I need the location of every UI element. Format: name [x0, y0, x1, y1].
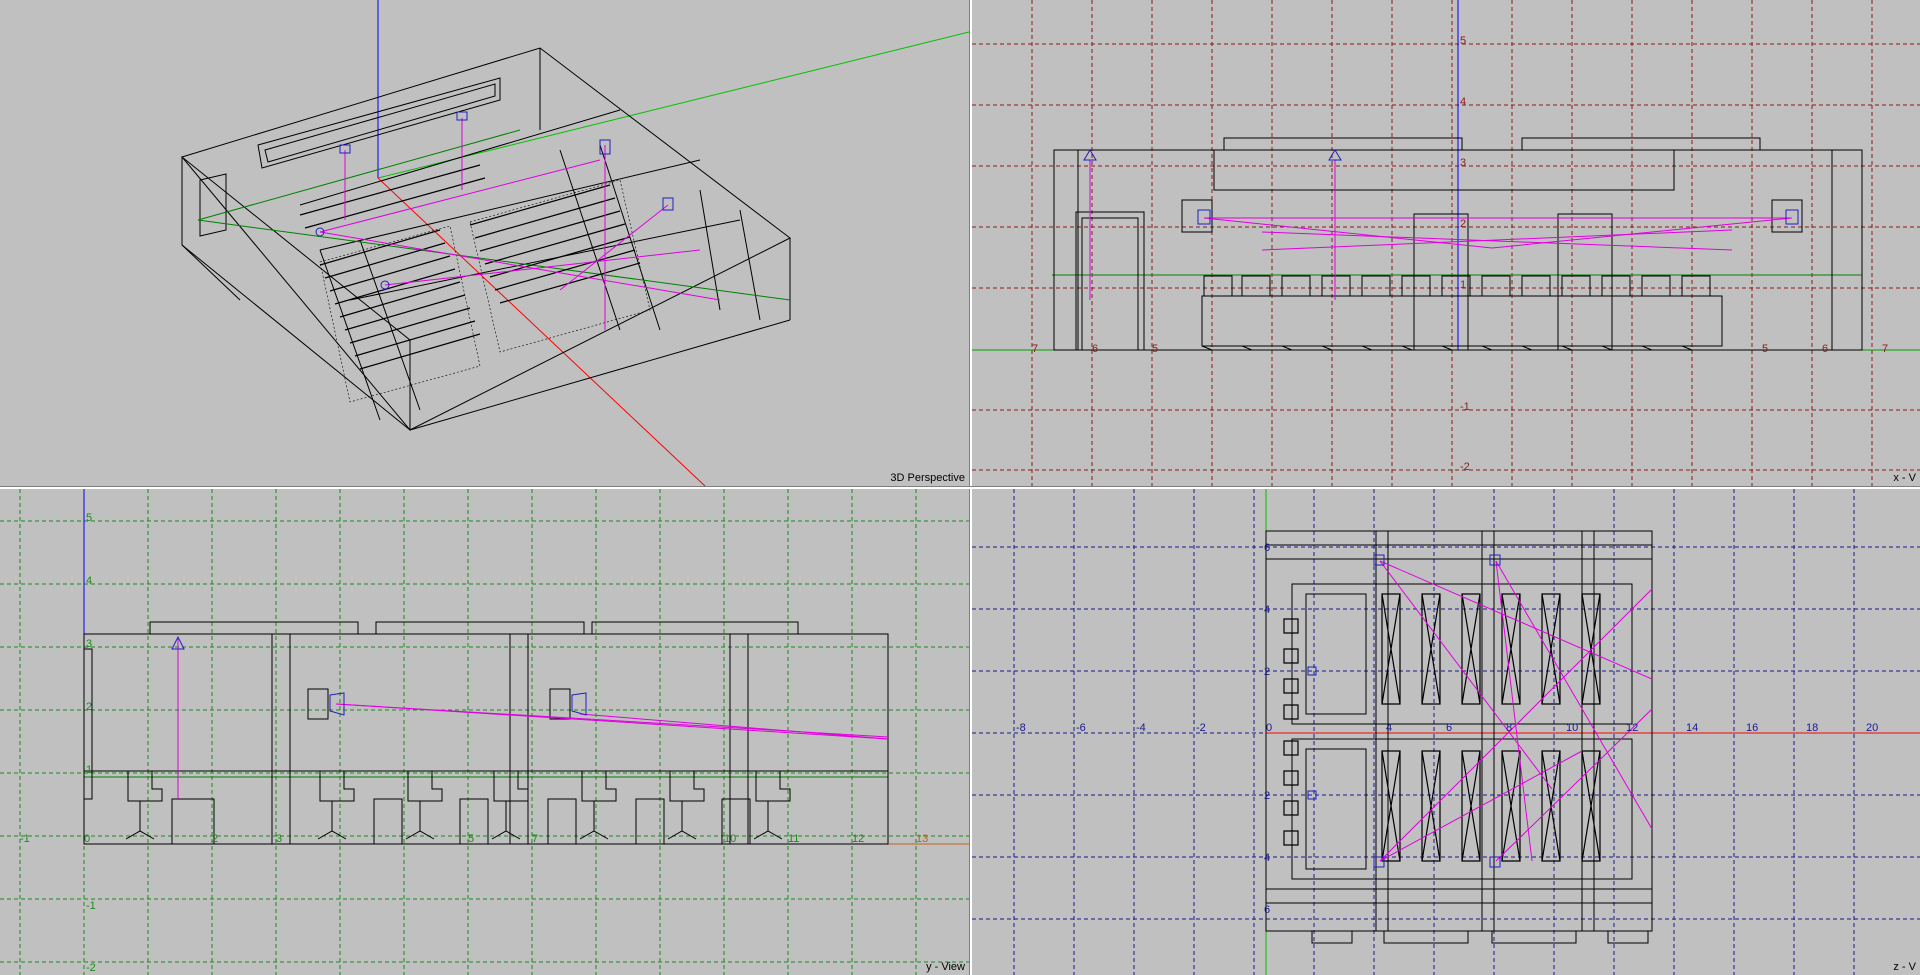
zview-tick-h-3: -2: [1196, 722, 1206, 734]
zview-tick-h-11: 16: [1746, 722, 1758, 734]
zview-tick-h-9: 12: [1626, 722, 1638, 734]
viewport-label-yview: y - View: [926, 961, 965, 973]
yview-tick-h-3: 3: [276, 833, 282, 845]
zview-tick-h-6: 6: [1446, 722, 1452, 734]
perspective-canvas[interactable]: [0, 0, 969, 486]
viewport-z-view[interactable]: -8 -6 -4 -2 0 4 6 8 10 12 14 16 18 20 6 …: [972, 489, 1920, 975]
zview-tick-h-0: -8: [1016, 722, 1026, 734]
yview-tick-v-4: 1: [86, 764, 92, 776]
viewport-label-perspective: 3D Perspective: [890, 472, 965, 484]
xview-tick-v-2: 3: [1460, 157, 1466, 169]
yview-tick-h-1: 0: [84, 833, 90, 845]
yview-tick-h-7: 11: [788, 833, 799, 845]
zview-tick-v-0: 6: [1264, 542, 1270, 554]
viewport-y-view[interactable]: -1 0 2 3 5 7 10 11 12 13 5 4 3 2 1 -1 -2…: [0, 489, 969, 975]
xview-canvas[interactable]: 7 6 5 5 6 7 5 4 3 2 1 -1 -2: [972, 0, 1920, 486]
yview-tick-v-2: 3: [86, 638, 92, 650]
viewport-splitter-horizontal[interactable]: [0, 486, 1920, 489]
zview-tick-h-5: 4: [1386, 722, 1392, 734]
xview-tick-h-0: 7: [1032, 343, 1038, 355]
yview-tick-h-4: 5: [468, 833, 474, 845]
zview-tick-h-13: 20: [1866, 722, 1878, 734]
xview-tick-v-1: 4: [1460, 96, 1466, 108]
zview-tick-h-8: 10: [1566, 722, 1578, 734]
zview-canvas[interactable]: -8 -6 -4 -2 0 4 6 8 10 12 14 16 18 20 6 …: [972, 489, 1920, 975]
yview-tick-v-5: -1: [86, 900, 96, 912]
zview-tick-v-3: 2: [1264, 790, 1270, 802]
zview-tick-h-2: -4: [1136, 722, 1146, 734]
zview-tick-v-5: 6: [1264, 904, 1270, 916]
zview-tick-h-1: -6: [1076, 722, 1086, 734]
yview-tick-v-1: 4: [86, 575, 92, 587]
xview-tick-h-2: 5: [1152, 343, 1158, 355]
xview-tick-v-0: 5: [1460, 35, 1466, 47]
viewport-label-xview: x - V: [1893, 472, 1916, 484]
yview-tick-h-8: 12: [852, 833, 864, 845]
zview-tick-h-4: 0: [1266, 722, 1272, 734]
zview-tick-h-10: 14: [1686, 722, 1698, 734]
yview-tick-h-0: -1: [20, 833, 30, 845]
zview-tick-v-1: 4: [1264, 604, 1270, 616]
yview-tick-v-3: 2: [86, 701, 92, 713]
viewport-x-view[interactable]: 7 6 5 5 6 7 5 4 3 2 1 -1 -2 x - V: [972, 0, 1920, 486]
zview-tick-h-12: 18: [1806, 722, 1818, 734]
zview-tick-v-2: 2: [1264, 666, 1270, 678]
viewport-3d-perspective[interactable]: 3D Perspective: [0, 0, 969, 486]
yview-tick-h-6: 10: [724, 833, 736, 845]
yview-tick-h-9: 13: [916, 833, 928, 845]
xview-tick-h-5: 7: [1882, 343, 1888, 355]
zview-tick-v-4: 4: [1264, 852, 1270, 864]
zview-tick-h-7: 8: [1506, 722, 1512, 734]
xview-tick-h-1: 6: [1092, 343, 1098, 355]
yview-tick-v-6: -2: [86, 962, 96, 974]
xview-tick-v-3: 2: [1460, 218, 1466, 230]
xview-tick-v-6: -2: [1460, 461, 1470, 473]
xview-tick-v-4: 1: [1460, 279, 1466, 291]
xview-tick-h-3: 5: [1762, 343, 1768, 355]
yview-tick-v-0: 5: [86, 512, 92, 524]
xview-tick-v-5: -1: [1460, 401, 1470, 413]
yview-tick-h-5: 7: [532, 833, 538, 845]
viewport-label-zview: z - V: [1893, 961, 1916, 973]
xview-tick-h-4: 6: [1822, 343, 1828, 355]
yview-tick-h-2: 2: [212, 833, 218, 845]
yview-canvas[interactable]: -1 0 2 3 5 7 10 11 12 13 5 4 3 2 1 -1 -2: [0, 489, 969, 975]
